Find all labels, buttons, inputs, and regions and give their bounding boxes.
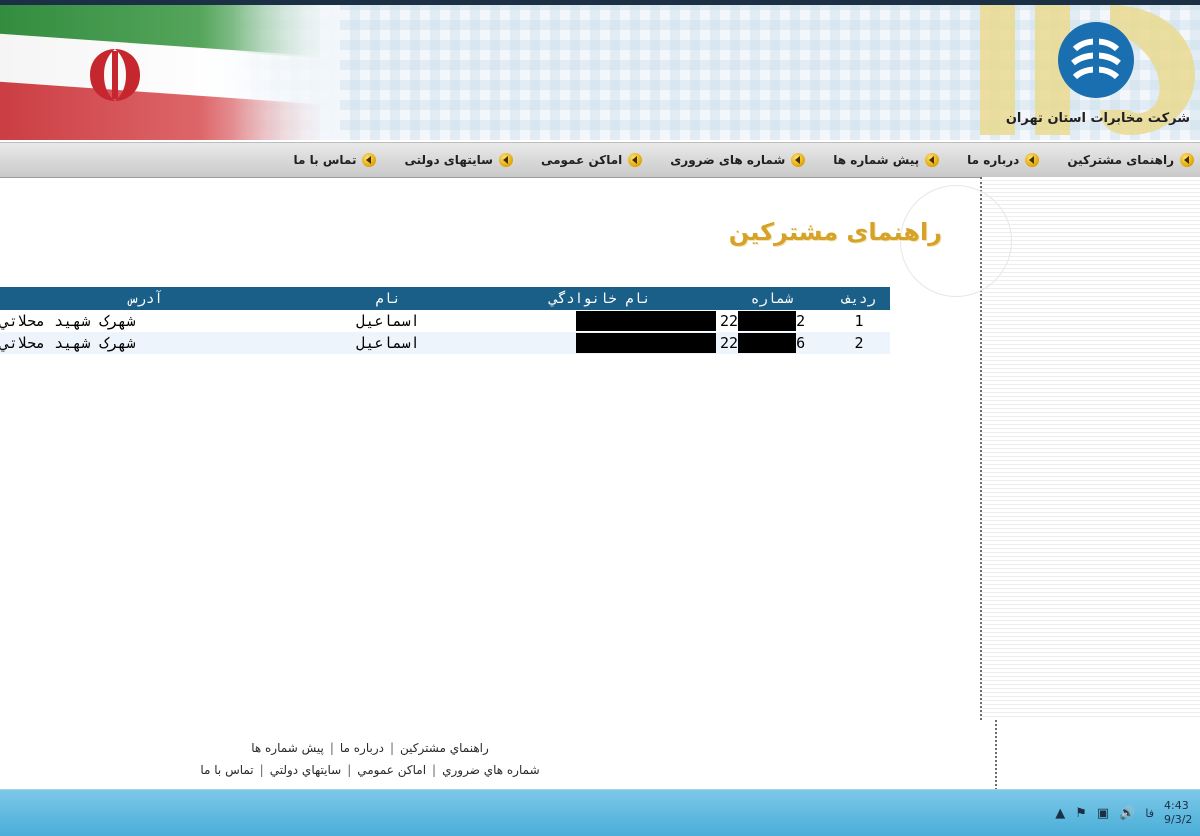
clock-time: 4:43 (1164, 799, 1189, 812)
bullet-arrow-icon (791, 153, 806, 167)
footer-link-contact-us[interactable]: تماس با ما (200, 763, 253, 777)
footer-links: راهنماي مشتركين|درباره ما|پيش شماره ها ش… (200, 741, 540, 777)
nav-item-area-codes[interactable]: پيش شماره ها (833, 153, 940, 167)
nav-item-contact-us[interactable]: تماس با ما (294, 153, 377, 167)
bullet-arrow-icon (925, 153, 940, 167)
flag-emblem-icon (90, 49, 140, 101)
table-row: 2 22 6 اسماعيل شهرک شهيد محلاتي (0, 332, 890, 354)
action-center-flag-icon[interactable]: ⚑ (1075, 806, 1087, 821)
footer-link-area-codes[interactable]: پيش شماره ها (251, 741, 324, 755)
header-first-name: نام (292, 287, 484, 310)
nav-item-emergency-numbers[interactable]: شماره هاى ضرورى (670, 153, 806, 167)
bullet-arrow-icon (498, 153, 513, 167)
show-hidden-icons-icon[interactable]: ▲ (1055, 806, 1065, 821)
cell-first-name: اسماعيل (292, 332, 484, 354)
bullet-arrow-icon (1025, 153, 1040, 167)
svg-text:118: 118 (960, 5, 962, 6)
cell-row-number: 2 (828, 332, 890, 354)
cell-address: شهرک شهيد محلاتي (0, 310, 292, 332)
footer-link-about-us[interactable]: درباره ما (340, 741, 384, 755)
nav-item-public-places[interactable]: اماكن عمومى (541, 153, 643, 167)
volume-icon[interactable]: 🔊 (1119, 806, 1135, 821)
cell-family-name (484, 332, 716, 354)
tci-logo-icon (1058, 22, 1134, 98)
bullet-arrow-icon (628, 153, 643, 167)
redaction-block (738, 311, 797, 331)
main-nav: راهنماى مشتركين درباره ما پيش شماره ها ش… (0, 142, 1200, 178)
clock[interactable]: 4:43 9/3/2 (1164, 799, 1194, 827)
nav-item-about-us[interactable]: درباره ما (967, 153, 1040, 167)
nav-item-government-sites[interactable]: سايتهاى دولتى (404, 153, 513, 167)
company-name: شركت مخابرات استان تهران (1005, 111, 1190, 126)
windows-taskbar: ▲ ⚑ ▣ 🔊 فا 4:43 9/3/2 (0, 789, 1200, 836)
redaction-block (738, 333, 797, 353)
footer-link-emergency-numbers[interactable]: شماره هاي ضروري (442, 763, 540, 777)
table-row: 1 22 2 اسماعيل شهرک شهيد محلاتي (0, 310, 890, 332)
cell-row-number: 1 (828, 310, 890, 332)
right-sidebar (980, 177, 1200, 720)
subscriber-results-table: رديف شماره نام خانوادگي نام آدرس 1 22 2 … (0, 287, 890, 354)
phone-suffix: 2 (796, 312, 806, 330)
bullet-arrow-icon (1180, 153, 1194, 167)
system-tray: ▲ ⚑ ▣ 🔊 فا 4:43 9/3/2 (1055, 790, 1200, 836)
header-phone-number: شماره (716, 287, 828, 310)
cell-first-name: اسماعيل (292, 310, 484, 332)
redaction-block (576, 333, 716, 353)
clock-date: 9/3/2 (1164, 813, 1193, 826)
footer-link-subscriber-guide[interactable]: راهنماي مشتركين (400, 741, 489, 755)
redaction-block (576, 311, 716, 331)
language-indicator[interactable]: فا (1145, 807, 1154, 820)
phone-suffix: 6 (796, 334, 806, 352)
header-banner: 118 شركت مخابرات استان تهران (0, 5, 1200, 140)
phone-prefix: 22 (720, 334, 739, 352)
cell-phone-number: 22 2 (716, 310, 828, 332)
cell-address: شهرک شهيد محلاتي (0, 332, 292, 354)
footer-link-government-sites[interactable]: سايتهاي دولتي (270, 763, 341, 777)
page-title: راهنماى مشتركين (728, 218, 942, 246)
header-address: آدرس (0, 287, 292, 310)
sidebar-divider (995, 720, 1200, 790)
bullet-arrow-icon (362, 153, 377, 167)
table-header-row: رديف شماره نام خانوادگي نام آدرس (0, 287, 890, 310)
footer-link-public-places[interactable]: اماكن عمومي (357, 763, 426, 777)
cell-family-name (484, 310, 716, 332)
network-icon[interactable]: ▣ (1097, 806, 1109, 821)
nav-item-subscriber-guide[interactable]: راهنماى مشتركين (1067, 153, 1194, 167)
header-family-name: نام خانوادگي (484, 287, 716, 310)
phone-prefix: 22 (720, 312, 739, 330)
header-row-number: رديف (828, 287, 890, 310)
cell-phone-number: 22 6 (716, 332, 828, 354)
